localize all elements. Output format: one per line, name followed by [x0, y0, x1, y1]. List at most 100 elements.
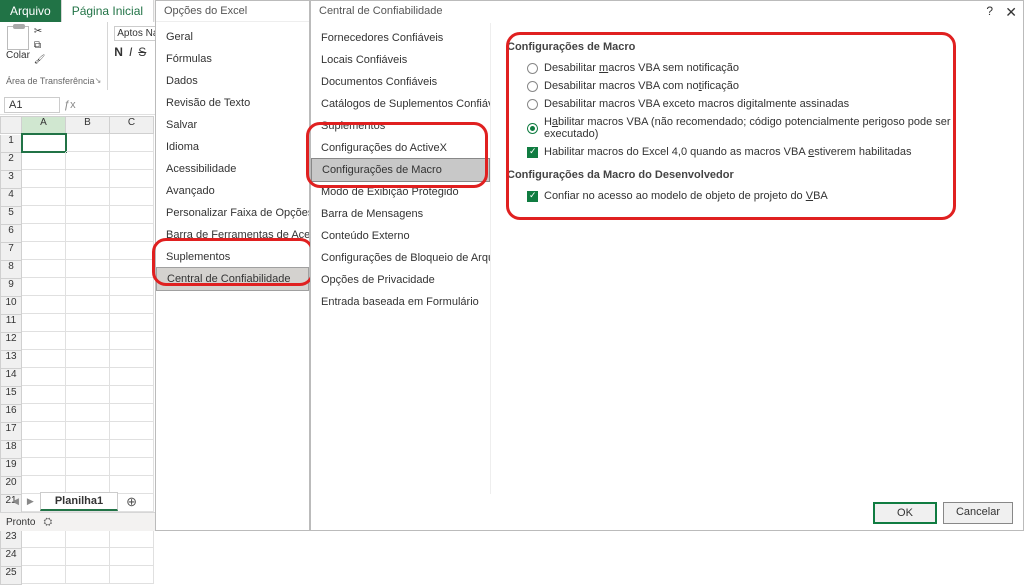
options-nav-item[interactable]: Personalizar Faixa de Opções	[156, 202, 309, 224]
cell[interactable]	[22, 188, 66, 206]
dialog-launcher-icon[interactable]: ↘	[95, 76, 102, 85]
cell[interactable]	[66, 188, 110, 206]
row-header[interactable]: 13	[0, 351, 22, 369]
paste-button[interactable]: Colar	[6, 26, 30, 66]
cell[interactable]	[110, 224, 154, 242]
trust-nav-item[interactable]: Opções de Privacidade	[311, 269, 490, 291]
trust-nav-item[interactable]: Locais Confiáveis	[311, 49, 490, 71]
cell[interactable]	[66, 260, 110, 278]
cell[interactable]	[110, 350, 154, 368]
column-header[interactable]: A	[22, 116, 66, 134]
cell[interactable]	[110, 386, 154, 404]
cell[interactable]	[22, 242, 66, 260]
cell[interactable]	[22, 278, 66, 296]
worksheet-grid[interactable]: A B C 1234567891011121314151617181920212…	[0, 116, 155, 495]
cell[interactable]	[22, 530, 66, 548]
cell[interactable]	[110, 242, 154, 260]
options-nav-item[interactable]: Dados	[156, 70, 309, 92]
cell[interactable]	[66, 278, 110, 296]
strike-button[interactable]: S	[138, 45, 146, 59]
trust-nav-item[interactable]: Configurações do ActiveX	[311, 137, 490, 159]
cell[interactable]	[66, 548, 110, 566]
row-header[interactable]: 19	[0, 459, 22, 477]
cell[interactable]	[110, 548, 154, 566]
row-header[interactable]: 14	[0, 369, 22, 387]
column-header[interactable]: C	[110, 116, 154, 134]
copy-icon[interactable]	[34, 40, 46, 52]
cell[interactable]	[110, 440, 154, 458]
cell[interactable]	[66, 296, 110, 314]
row-header[interactable]: 24	[0, 549, 22, 567]
cell[interactable]	[110, 188, 154, 206]
row-header[interactable]: 2	[0, 153, 22, 171]
options-nav-item[interactable]: Idioma	[156, 136, 309, 158]
cell[interactable]	[22, 224, 66, 242]
cell[interactable]	[110, 260, 154, 278]
trust-nav-item[interactable]: Fornecedores Confiáveis	[311, 27, 490, 49]
cell[interactable]	[66, 530, 110, 548]
cell[interactable]	[22, 206, 66, 224]
options-nav-item[interactable]: Fórmulas	[156, 48, 309, 70]
row-header[interactable]: 18	[0, 441, 22, 459]
cell[interactable]	[66, 314, 110, 332]
trust-nav-item[interactable]: Barra de Mensagens	[311, 203, 490, 225]
options-nav-item[interactable]: Revisão de Texto	[156, 92, 309, 114]
italic-button[interactable]: I	[129, 45, 132, 59]
cell[interactable]	[110, 278, 154, 296]
cell[interactable]	[110, 530, 154, 548]
cell[interactable]	[110, 296, 154, 314]
macro-radio-option[interactable]: Desabilitar macros VBA sem notificação	[507, 59, 1007, 77]
row-header[interactable]: 16	[0, 405, 22, 423]
options-nav-item[interactable]: Central de Confiabilidade	[156, 267, 309, 291]
cell[interactable]	[22, 170, 66, 188]
cell[interactable]	[66, 404, 110, 422]
sheet-nav-next-icon[interactable]: ▶	[25, 496, 36, 507]
sheet-nav-prev-icon[interactable]: ◀	[10, 496, 21, 507]
row-header[interactable]: 11	[0, 315, 22, 333]
sheet-tab[interactable]: Planilha1	[40, 492, 118, 511]
trust-nav-item[interactable]: Suplementos	[311, 115, 490, 137]
cell[interactable]	[66, 368, 110, 386]
trust-nav-item[interactable]: Entrada baseada em Formulário	[311, 291, 490, 313]
trust-nav-item[interactable]: Catálogos de Suplementos Confiáveis	[311, 93, 490, 115]
options-nav-item[interactable]: Suplementos	[156, 246, 309, 268]
select-all-corner[interactable]	[0, 116, 22, 134]
row-header[interactable]: 5	[0, 207, 22, 225]
macro-radio-option[interactable]: Habilitar macros VBA (não recomendado; c…	[507, 113, 1007, 143]
help-icon[interactable]: ?	[986, 4, 993, 18]
cell[interactable]	[66, 242, 110, 260]
options-nav-item[interactable]: Avançado	[156, 180, 309, 202]
cell[interactable]	[22, 458, 66, 476]
tab-file[interactable]: Arquivo	[0, 0, 61, 22]
cell[interactable]	[66, 422, 110, 440]
tab-home[interactable]: Página Inicial	[61, 0, 154, 22]
row-header[interactable]: 8	[0, 261, 22, 279]
cell[interactable]	[110, 134, 154, 152]
row-header[interactable]: 7	[0, 243, 22, 261]
add-sheet-icon[interactable]: ⊕	[122, 494, 141, 510]
cell[interactable]	[66, 170, 110, 188]
cell[interactable]	[66, 458, 110, 476]
row-header[interactable]: 6	[0, 225, 22, 243]
row-header[interactable]: 3	[0, 171, 22, 189]
cell[interactable]	[22, 260, 66, 278]
row-header[interactable]: 12	[0, 333, 22, 351]
accessibility-icon[interactable]	[43, 516, 52, 529]
cell[interactable]	[110, 404, 154, 422]
cell[interactable]	[22, 296, 66, 314]
cell[interactable]	[66, 440, 110, 458]
cell[interactable]	[66, 206, 110, 224]
row-header[interactable]: 4	[0, 189, 22, 207]
row-header[interactable]: 10	[0, 297, 22, 315]
row-header[interactable]: 23	[0, 531, 22, 549]
format-painter-icon[interactable]	[34, 54, 46, 66]
cell[interactable]	[66, 350, 110, 368]
options-nav-item[interactable]: Barra de Ferramentas de Acesso Rápido	[156, 224, 309, 246]
cell[interactable]	[22, 404, 66, 422]
macro-radio-option[interactable]: Desabilitar macros VBA com notificação	[507, 77, 1007, 95]
trust-nav-item[interactable]: Conteúdo Externo	[311, 225, 490, 247]
cell[interactable]	[22, 152, 66, 170]
trust-nav-item[interactable]: Configurações de Macro	[311, 158, 490, 182]
cell[interactable]	[22, 332, 66, 350]
trust-nav-item[interactable]: Modo de Exibição Protegido	[311, 181, 490, 203]
